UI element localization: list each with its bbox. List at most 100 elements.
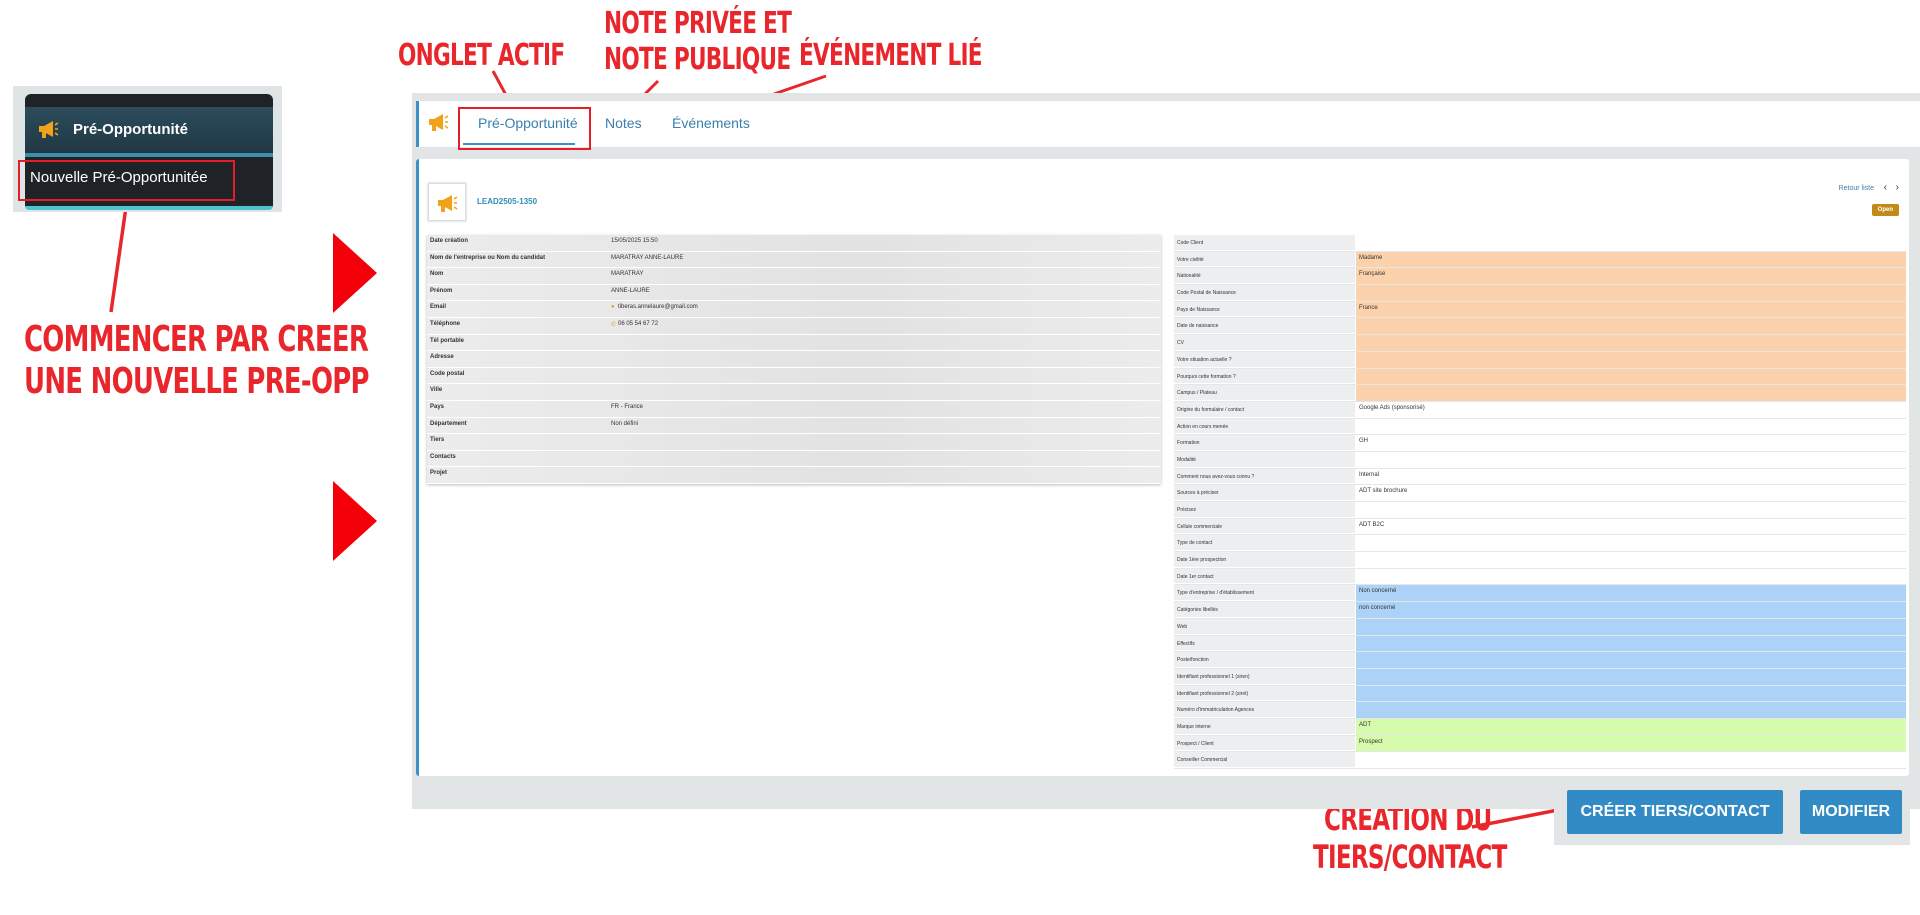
- right-field-row: Effectifs: [1174, 635, 1906, 653]
- field-label-cell: [1174, 451, 1355, 468]
- app-window: Pré-Opportunité Notes Événements LEAD250…: [412, 93, 1920, 809]
- field-label: Identifiant professionnel 1 (siren): [1177, 673, 1250, 680]
- right-field-row: Action en cours menée: [1174, 418, 1906, 436]
- megaphone-icon: [436, 193, 458, 218]
- field-label-cell: [1174, 335, 1355, 351]
- field-label: Catégories libellés: [1177, 607, 1218, 614]
- field-label: Date 1er contact: [1177, 573, 1214, 580]
- megaphone-icon: [427, 112, 449, 137]
- field-label: Projet: [430, 470, 448, 477]
- megaphone-icon: [37, 119, 59, 144]
- field-value-cell: [1356, 368, 1906, 385]
- field-label: Effectifs: [1177, 640, 1195, 647]
- field-label: Modalité: [1177, 456, 1196, 463]
- record-avatar: [428, 183, 466, 221]
- field-value[interactable]: 06 05 54 67 72: [618, 321, 658, 327]
- left-field-row: Projet: [427, 467, 1161, 484]
- field-label: Cellule commerciale: [1177, 523, 1223, 530]
- field-label: Type de contact: [1177, 540, 1213, 547]
- left-field-row: Prénom ANNE-LAURE: [427, 284, 1161, 302]
- highlight-box-active-tab: [458, 107, 591, 150]
- field-value-cell: [1356, 685, 1906, 702]
- field-label: Prénom: [430, 287, 453, 294]
- field-value-cell: [1356, 418, 1906, 435]
- field-value-cell: [1356, 535, 1906, 552]
- field-label: Action en cours menée: [1177, 423, 1229, 430]
- tab-bar: Pré-Opportunité Notes Événements: [416, 101, 1920, 147]
- field-label: Web: [1177, 623, 1188, 630]
- red-arrow-bottom: [333, 481, 377, 561]
- field-label: Conseiller Commercial: [1177, 757, 1228, 764]
- field-label-cell: [1174, 635, 1355, 652]
- left-field-row: Code postal: [427, 367, 1161, 385]
- right-field-row: Formation GH: [1174, 435, 1906, 452]
- right-field-row: Date de naissance: [1174, 318, 1906, 336]
- field-value: non concerné: [1359, 605, 1396, 612]
- field-label: Tiers: [430, 437, 445, 444]
- right-field-row: Prospect / Client Prospect: [1174, 735, 1906, 753]
- field-value-cell: [1356, 602, 1906, 618]
- field-label: Identifiant professionnel 2 (siret): [1177, 690, 1249, 697]
- field-value[interactable]: tiberas.annelaure@gmail.com: [618, 304, 698, 310]
- right-field-row: Code Client: [1174, 235, 1906, 252]
- field-label: Comment nous avez-vous connu ?: [1177, 473, 1255, 480]
- right-field-row: Catégories libellés non concerné: [1174, 602, 1906, 619]
- field-value-cell: [1356, 468, 1906, 485]
- left-field-table: Date création 15/05/2025 15:50 Nom de l'en…: [427, 235, 1161, 484]
- left-field-row: Tél portable: [427, 334, 1161, 352]
- field-value: Non concerné: [1359, 588, 1397, 595]
- right-field-row: Identifiant professionnel 2 (siret): [1174, 685, 1906, 703]
- right-field-row: Nationalité Française: [1174, 268, 1906, 286]
- field-value-cell: [1356, 451, 1906, 468]
- field-value-cell: [1356, 568, 1906, 585]
- field-value-cell: [1356, 268, 1906, 285]
- retour-liste-link[interactable]: Retour liste: [1839, 185, 1874, 192]
- right-field-row: Code Postal de Naissance: [1174, 285, 1906, 302]
- field-label: Précisez: [1177, 507, 1197, 513]
- left-field-row: Nom MARATRAY: [427, 268, 1161, 285]
- chevron-right-icon[interactable]: ›: [1896, 182, 1899, 193]
- menu-header[interactable]: Pré-Opportunité: [25, 107, 273, 157]
- left-field-row: Pays FR - France: [427, 400, 1161, 418]
- field-label: Nom de l'entreprise ou Nom du candidat: [430, 254, 546, 261]
- create-tiers-contact-button[interactable]: CRÉER TIERS/CONTACT: [1567, 790, 1783, 834]
- right-field-row: Campus / Plateau: [1174, 385, 1906, 402]
- field-value-cell: [1356, 585, 1906, 602]
- field-label: Code Client: [1177, 240, 1204, 246]
- right-field-row: Poste/fonction: [1174, 652, 1906, 669]
- field-label: Adresse: [430, 354, 454, 361]
- right-field-row: Type d'entreprise / d'établissement Non c…: [1174, 585, 1906, 603]
- field-value-cell: [1356, 335, 1906, 351]
- tab-notes[interactable]: Notes: [605, 115, 642, 131]
- field-label: Téléphone: [430, 320, 461, 327]
- field-value: Google Ads (sponsorisé): [1359, 404, 1425, 411]
- field-value-cell: [1356, 668, 1906, 685]
- field-label: Tél portable: [430, 337, 465, 344]
- left-field-row: Contacts: [427, 450, 1161, 468]
- field-label: Sources à préciser: [1177, 490, 1219, 497]
- status-badge: Open: [1871, 204, 1899, 216]
- field-value-cell: [1356, 552, 1906, 568]
- field-value-cell: [1356, 502, 1906, 518]
- left-field-row: Adresse: [427, 351, 1161, 368]
- field-label: Code postal: [430, 370, 465, 377]
- field-value: Non défini: [611, 420, 639, 427]
- field-value: ADT B2C: [1359, 521, 1385, 528]
- record-reference: LEAD2505-1350: [477, 197, 538, 206]
- field-label: Pays: [430, 403, 445, 410]
- field-label: Poste/fonction: [1177, 657, 1209, 664]
- tab-evenements[interactable]: Événements: [672, 115, 750, 131]
- record-card: LEAD2505-1350 Retour liste ‹ › Open Date…: [416, 159, 1909, 776]
- field-value: 15/05/2025 15:50: [611, 238, 658, 244]
- left-field-row: Tiers: [427, 434, 1161, 451]
- right-field-row: Origine du formulaire / contact Google Ad…: [1174, 401, 1906, 419]
- left-field-row: Ville: [427, 384, 1161, 401]
- field-value-cell: [1356, 301, 1906, 318]
- field-label-cell: [1174, 435, 1355, 451]
- field-label: Pourquoi cette formation ?: [1177, 373, 1236, 380]
- field-label: Ville: [430, 387, 443, 394]
- modify-button[interactable]: MODIFIER: [1800, 790, 1902, 834]
- chevron-left-icon[interactable]: ‹: [1884, 182, 1887, 193]
- right-field-row: CV: [1174, 335, 1906, 352]
- field-value-cell: [1356, 635, 1906, 652]
